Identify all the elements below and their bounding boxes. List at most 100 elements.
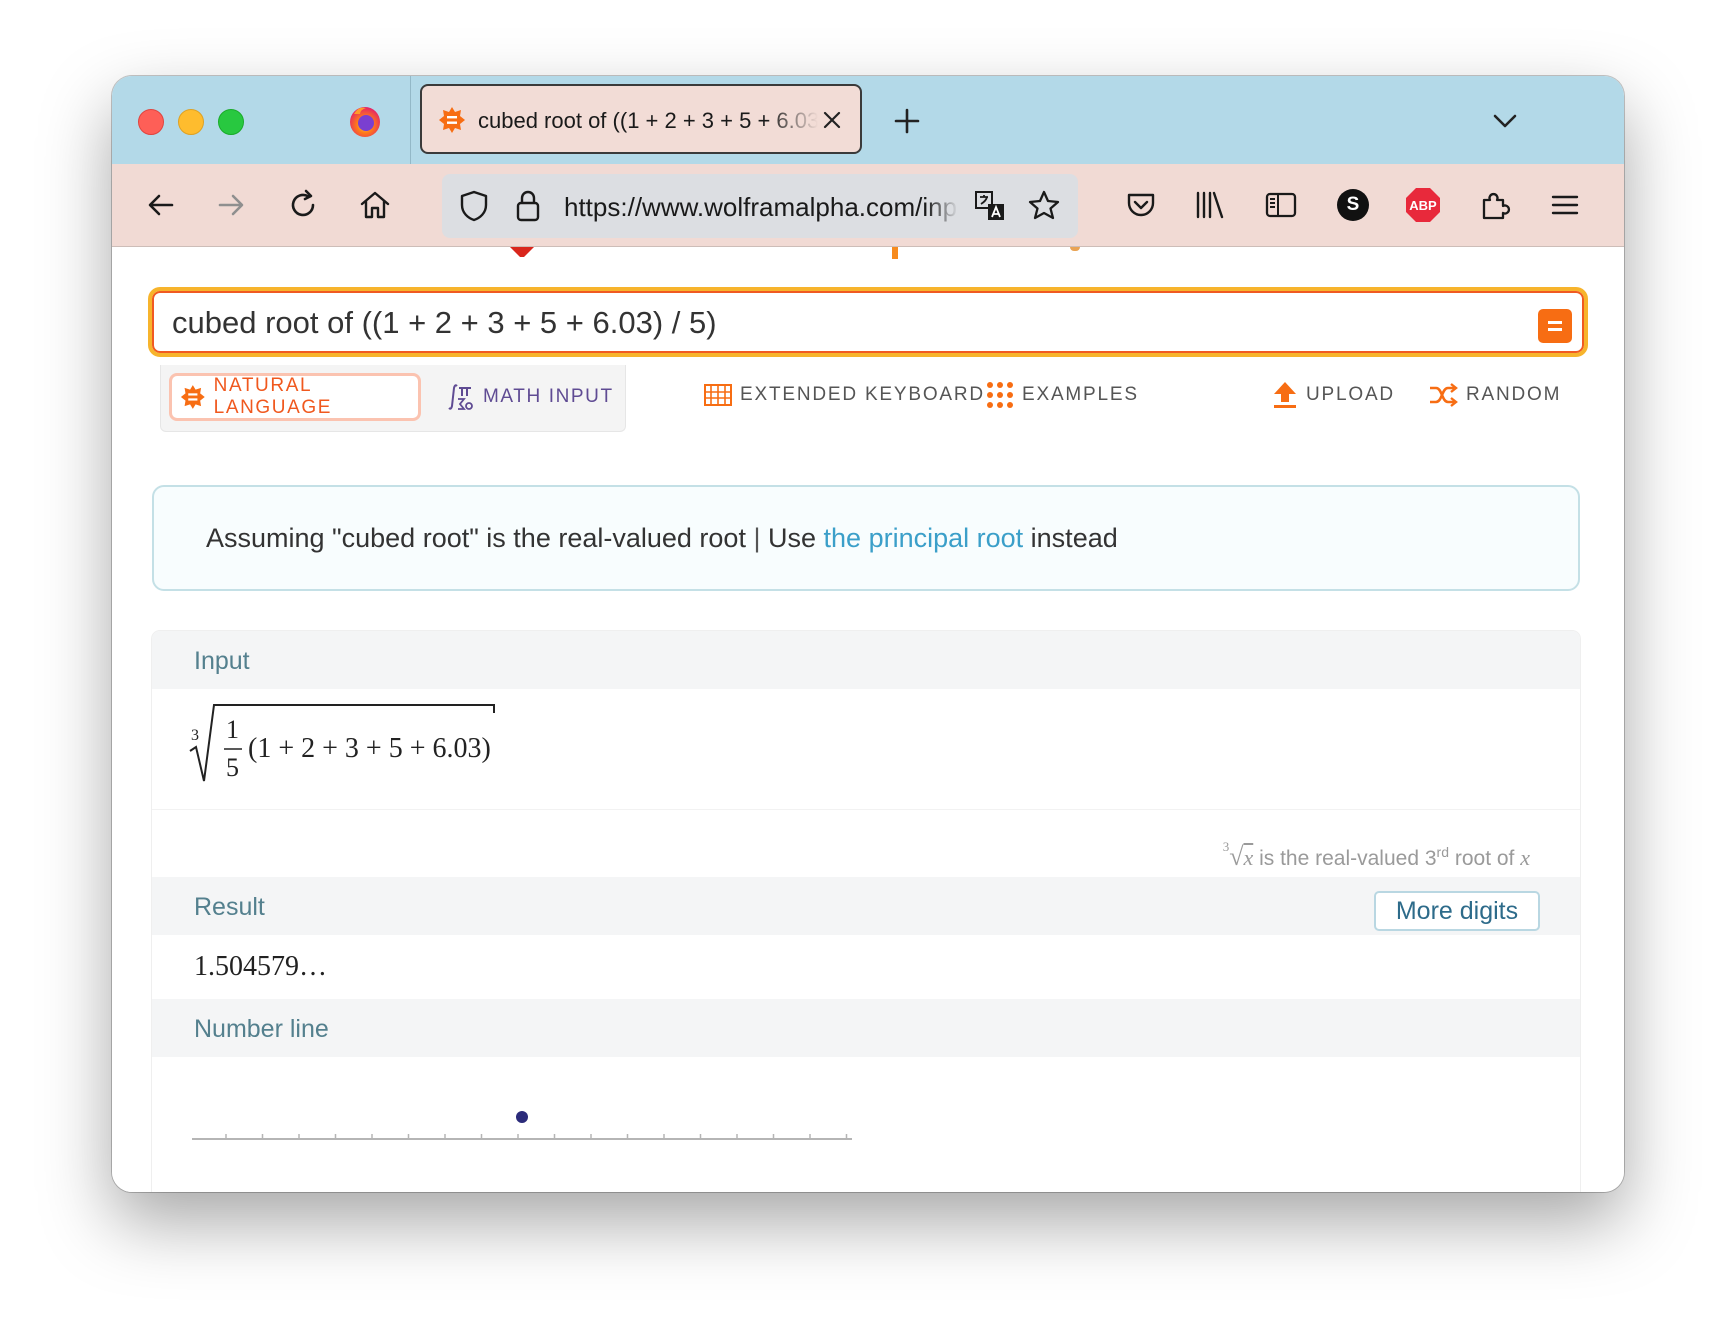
shuffle-icon (1430, 383, 1458, 407)
arrow-right-icon (218, 194, 244, 216)
footnote-text-2: root of (1454, 847, 1515, 870)
upload-button[interactable]: UPLOAD (1272, 375, 1395, 415)
upload-icon (1274, 382, 1296, 408)
extended-keyboard-button[interactable]: EXTENDED KEYBOARD (704, 375, 985, 415)
math-input-tab[interactable]: MATH INPUT (445, 373, 614, 421)
shield-icon[interactable] (456, 188, 492, 224)
maximize-window-button[interactable] (218, 109, 244, 135)
arrow-left-icon (148, 194, 174, 216)
random-button[interactable]: RANDOM (1428, 375, 1561, 415)
cube-root-footnote: 3√x is the real-valued 3rd root of x (1223, 839, 1530, 872)
back-button[interactable] (142, 186, 180, 224)
page-content: NATURAL LANGUAGE MATH INPUT EXTENDED KEY… (112, 247, 1624, 1192)
upload-label: UPLOAD (1306, 384, 1395, 405)
search-box[interactable] (148, 287, 1588, 357)
compute-button[interactable] (1538, 309, 1572, 343)
url-text[interactable]: https://www.wolframalpha.com/input?i=cub… (564, 192, 958, 222)
number-line-pod-title: Number line (194, 1015, 329, 1043)
new-tab-icon[interactable] (890, 104, 924, 138)
assumption-box: Assuming "cubed root" is the real-valued… (152, 485, 1580, 591)
translate-icon[interactable] (974, 190, 1006, 222)
minimize-window-button[interactable] (178, 109, 204, 135)
extended-keyboard-label: EXTENDED KEYBOARD (740, 384, 985, 405)
search-input[interactable] (172, 305, 1412, 341)
adblock-plus-icon: ABP (1406, 188, 1440, 222)
footnote-text: is the real-valued (1259, 847, 1420, 870)
tab-bar: cubed root of ((1 + 2 + 3 + 5 + 6.03) / … (112, 76, 1624, 164)
bookmark-star-icon[interactable] (1026, 188, 1062, 224)
library-icon (1196, 191, 1224, 219)
fraction-denominator: 5 (226, 753, 239, 782)
footnote-ordinal: 3 (1424, 847, 1437, 870)
wolfram-star-icon (180, 385, 205, 409)
forward-button[interactable] (212, 186, 250, 224)
principal-root-link[interactable]: the principal root (824, 523, 1024, 553)
keyboard-icon (704, 384, 732, 406)
pocket-icon (1127, 193, 1155, 217)
home-button[interactable] (356, 186, 394, 224)
input-expression: 3 1 5 (1 + 2 + 3 + 5 + 6.03) (188, 701, 508, 791)
result-pod-title: Result (194, 893, 265, 921)
s-extension-icon: S (1337, 189, 1369, 221)
footnote-ordinal-suffix: rd (1436, 844, 1449, 860)
navigation-toolbar: https://www.wolframalpha.com/input?i=cub… (112, 164, 1624, 247)
footnote-x: x (1243, 845, 1254, 870)
svg-text:ABP: ABP (1409, 198, 1437, 213)
footnote-x-2: x (1520, 845, 1530, 870)
pocket-button[interactable] (1122, 186, 1160, 224)
hamburger-menu-icon (1551, 195, 1579, 215)
more-digits-button[interactable]: More digits (1374, 891, 1540, 931)
library-button[interactable] (1190, 186, 1228, 224)
extension-s-button[interactable]: S (1334, 186, 1372, 224)
random-label: RANDOM (1466, 384, 1562, 405)
wolfram-logo-fragment (1070, 247, 1080, 251)
active-tab[interactable]: cubed root of ((1 + 2 + 3 + 5 + 6.03) / … (420, 84, 862, 154)
reload-button[interactable] (284, 186, 322, 224)
number-line-plot (192, 1111, 852, 1140)
results-pods: Input 3 1 5 (1 + 2 + 3 + 5 + 6.03) 3√x i… (152, 631, 1580, 1192)
assumption-use: Use (768, 523, 817, 553)
assumption-separator: | (753, 523, 761, 553)
wolfram-favicon-icon (439, 107, 465, 133)
result-value: 1.504579… (194, 951, 327, 982)
close-tab-icon[interactable] (818, 106, 846, 134)
menu-button[interactable] (1546, 186, 1584, 224)
tab-separator (410, 76, 411, 164)
examples-button[interactable]: EXAMPLES (986, 375, 1139, 415)
examples-label: EXAMPLES (1022, 384, 1139, 405)
input-mode-switcher: NATURAL LANGUAGE MATH INPUT (160, 365, 626, 432)
sidebar-button[interactable] (1262, 186, 1300, 224)
assumption-text: Assuming "cubed root" is the real-valued… (206, 523, 1118, 554)
math-input-label: MATH INPUT (483, 386, 614, 407)
footnote-radical: √ (1229, 842, 1244, 871)
close-window-button[interactable] (138, 109, 164, 135)
result-pod-header: Result More digits (152, 877, 1580, 935)
sum-expression: (1 + 2 + 3 + 5 + 6.03) (248, 733, 491, 764)
root-index: 3 (191, 727, 199, 744)
fraction-numerator: 1 (226, 715, 239, 744)
input-pod-header: Input (152, 631, 1580, 689)
natural-language-label: NATURAL LANGUAGE (213, 375, 333, 418)
natural-language-tab[interactable]: NATURAL LANGUAGE (169, 373, 421, 421)
pod-divider (152, 809, 1580, 810)
firefox-icon[interactable] (348, 104, 382, 138)
assumption-prefix: Assuming "cubed root" is the real-valued… (206, 523, 746, 553)
chevron-down-icon[interactable] (1490, 106, 1520, 136)
browser-window: cubed root of ((1 + 2 + 3 + 5 + 6.03) / … (112, 76, 1624, 1192)
math-symbols-icon (448, 384, 473, 410)
adblock-button[interactable]: ABP (1404, 186, 1442, 224)
assumption-suffix: instead (1030, 523, 1118, 553)
number-line-point (516, 1111, 528, 1123)
examples-grid-icon (987, 382, 1013, 408)
input-pod-title: Input (194, 647, 250, 675)
number-line-pod-header: Number line (152, 999, 1580, 1057)
extensions-button[interactable] (1476, 186, 1514, 224)
url-bar[interactable]: https://www.wolframalpha.com/input?i=cub… (442, 174, 1078, 238)
wolfram-logo-fragment (892, 247, 898, 259)
puzzle-icon (1482, 192, 1511, 220)
home-icon (360, 191, 390, 219)
tab-title: cubed root of ((1 + 2 + 3 + 5 + 6.03) / … (478, 108, 818, 133)
wolfram-logo-fragment (510, 247, 534, 257)
reload-icon (291, 189, 315, 217)
lock-icon[interactable] (512, 188, 544, 224)
